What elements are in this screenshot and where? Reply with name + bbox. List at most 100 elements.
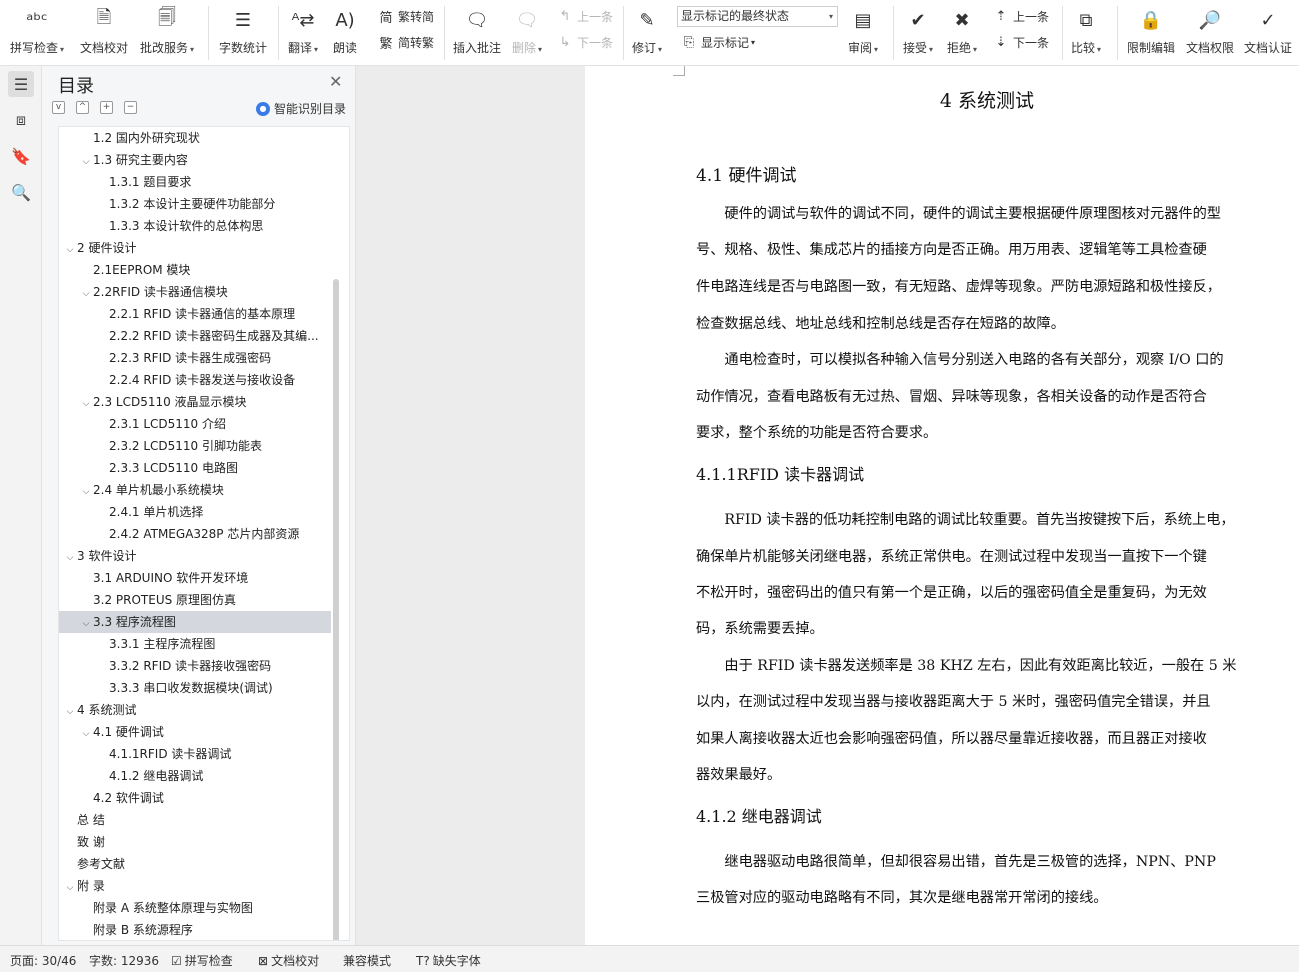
translate-icon: ᴬ⇄ [291, 9, 315, 31]
toc-item[interactable]: ⌵ 2.4 单片机最小系统模块 [59, 479, 331, 501]
toc-item[interactable]: 2.3.1 LCD5110 介绍 [59, 413, 331, 435]
toc-scrollbar[interactable] [333, 279, 339, 940]
insert-comment-button[interactable]: 🗨 插入批注 [453, 5, 501, 61]
track-changes-button[interactable]: ✎ 修订 ▾ [632, 5, 662, 61]
bookmark-icon[interactable]: 🔖 [8, 143, 34, 169]
prev-comment-button[interactable]: ↰ 上一条 [557, 6, 613, 26]
toc-item[interactable]: 1.3.1 题目要求 [59, 171, 331, 193]
spell-check-button[interactable]: ᵃᵇᶜ 拼写检查 ▾ [10, 5, 64, 61]
add-heading-icon[interactable]: + [100, 101, 113, 114]
toc-item[interactable]: 4.2 软件调试 [59, 787, 331, 809]
chevron-down-icon[interactable]: ⌵ [63, 701, 77, 721]
expand-up-icon[interactable]: ^ [76, 101, 89, 114]
restrict-edit-button[interactable]: 🔒 限制编辑 [1127, 5, 1175, 61]
translate-button[interactable]: ᴬ⇄ 翻译 ▾ [288, 5, 318, 61]
toc-item[interactable]: ⌵ 3.3 程序流程图 [59, 611, 331, 633]
toc-item[interactable]: 3.3.3 串口收发数据模块(调试) [59, 677, 331, 699]
smart-toc-button[interactable]: ● 智能识别目录 [256, 100, 346, 117]
remove-heading-icon[interactable]: − [124, 101, 137, 114]
toc-item[interactable]: ⌵ 3 软件设计 [59, 545, 331, 567]
status-doc-proof[interactable]: ⊠ 文档校对 [258, 952, 319, 969]
document-page[interactable]: 4 系统测试 4.1 硬件调试 硬件的调试与软件的调试不同，硬件的调试主要根据硬… [585, 66, 1299, 945]
chevron-down-icon[interactable]: ⌵ [79, 481, 93, 501]
compare-icon: ⧉ [1079, 9, 1093, 31]
show-markup-button[interactable]: ⎘ 显示标记 ▾ [681, 32, 755, 52]
toc-item[interactable]: 4.1.1RFID 读卡器调试 [59, 743, 331, 765]
chevron-down-icon[interactable]: ⌵ [79, 283, 93, 303]
toc-item[interactable]: 附录 B 系统源程序 [59, 919, 331, 940]
divider [444, 6, 445, 60]
toc-item[interactable]: 参考文献 [59, 853, 331, 875]
toc-item[interactable]: 2.4.2 ATMEGA328P 芯片内部资源 [59, 523, 331, 545]
toc-item[interactable]: ⌵ 4 系统测试 [59, 699, 331, 721]
toc-item[interactable]: 2.2.4 RFID 读卡器发送与接收设备 [59, 369, 331, 391]
toc-item[interactable]: 2.2.2 RFID 读卡器密码生成器及其编... [59, 325, 331, 347]
toc-item[interactable]: ⌵ 4.1 硬件调试 [59, 721, 331, 743]
word-count-button[interactable]: ☰ 字数统计 [219, 5, 267, 61]
toc-item[interactable]: ⌵ 2 硬件设计 [59, 237, 331, 259]
accept-button[interactable]: ✔ 接受 ▾ [903, 5, 933, 61]
review-pane-button[interactable]: ▤ 审阅 ▾ [848, 5, 878, 61]
toc-item[interactable]: 3.3.2 RFID 读卡器接收强密码 [59, 655, 331, 677]
chevron-down-icon[interactable]: ⌵ [63, 877, 77, 897]
toc-item-label: 4.2 软件调试 [93, 791, 164, 805]
next-comment-button[interactable]: ↳ 下一条 [557, 32, 613, 52]
toc-item[interactable]: ⌵ 1.3 研究主要内容 [59, 149, 331, 171]
structure-panel-icon[interactable]: ⧈ [8, 107, 34, 133]
chevron-down-icon[interactable]: ⌵ [63, 547, 77, 567]
toc-item[interactable]: 附录 A 系统整体原理与实物图 [59, 897, 331, 919]
toc-item[interactable]: 2.2.3 RFID 读卡器生成强密码 [59, 347, 331, 369]
toc-item[interactable]: 2.1EEPROM 模块 [59, 259, 331, 281]
status-spell-check[interactable]: ☑ 拼写检查 [171, 952, 233, 969]
compare-button[interactable]: ⧉ 比较 ▾ [1071, 5, 1101, 61]
next-change-button[interactable]: ⇣ 下一条 [993, 32, 1049, 52]
toc-item[interactable]: 致 谢 [59, 831, 331, 853]
toc-item-label: 1.3.3 本设计软件的总体构思 [109, 219, 264, 233]
toc-item-label: 3 软件设计 [77, 549, 137, 563]
toc-item[interactable]: 3.2 PROTEUS 原理图仿真 [59, 589, 331, 611]
toc-item[interactable]: 2.4.1 单片机选择 [59, 501, 331, 523]
toc-panel-icon[interactable]: ☰ [8, 71, 34, 97]
search-icon[interactable]: 🔍 [8, 179, 34, 205]
doc-permission-button[interactable]: 🔎 文档权限 [1186, 5, 1234, 61]
markup-display-select[interactable]: 显示标记的最终状态 ▾ [677, 6, 838, 27]
lock-icon: 🔒 [1139, 9, 1163, 31]
collapse-all-icon[interactable]: v [52, 101, 65, 114]
proof-icon: 🗎 [96, 7, 112, 28]
close-icon[interactable]: ✕ [329, 72, 342, 91]
chevron-down-icon[interactable]: ⌵ [79, 723, 93, 743]
toc-item[interactable]: ⌵ 附 录 [59, 875, 331, 897]
chevron-down-icon[interactable]: ⌵ [79, 151, 93, 171]
toc-item[interactable]: 4.1.2 继电器调试 [59, 765, 331, 787]
toc-item[interactable]: ⌵ 2.2RFID 读卡器通信模块 [59, 281, 331, 303]
doc-proof-button[interactable]: 🗎 文档校对 [80, 5, 128, 61]
toc-item[interactable]: 1.2 国内外研究现状 [59, 127, 331, 149]
navigation-sidebar: ☰ ⧈ 🔖 🔍 [0, 66, 42, 945]
toc-item[interactable]: 总 结 [59, 809, 331, 831]
toc-item[interactable]: 2.3.2 LCD5110 引脚功能表 [59, 435, 331, 457]
toc-item[interactable]: 2.3.3 LCD5110 电路图 [59, 457, 331, 479]
toc-item[interactable]: ⌵ 2.3 LCD5110 液晶显示模块 [59, 391, 331, 413]
page-indicator[interactable]: 页面: 30/46 [10, 952, 76, 969]
batch-service-button[interactable]: 🗐 批改服务 ▾ [140, 5, 194, 61]
trad-to-simp-button[interactable]: 简繁转简 [378, 6, 434, 26]
toc-item[interactable]: 3.1 ARDUINO 软件开发环境 [59, 567, 331, 589]
simp-to-trad-button[interactable]: 繁简转繁 [378, 32, 434, 52]
toc-item[interactable]: 3.3.1 主程序流程图 [59, 633, 331, 655]
chevron-down-icon[interactable]: ⌵ [63, 239, 77, 259]
prev-change-button[interactable]: ⇡ 上一条 [993, 6, 1049, 26]
toc-tree: 1.2 国内外研究现状 ⌵ 1.3 研究主要内容 1.3.1 题目要求 1.3.2 本设… [58, 126, 350, 941]
review-pane-icon: ▤ [854, 9, 872, 31]
toc-item[interactable]: 1.3.2 本设计主要硬件功能部分 [59, 193, 331, 215]
toc-item-label: 2.2.4 RFID 读卡器发送与接收设备 [109, 373, 296, 387]
reject-button[interactable]: ✖ 拒绝 ▾ [947, 5, 977, 61]
read-aloud-button[interactable]: A) 朗读 [332, 5, 358, 61]
word-count[interactable]: 字数: 12936 [89, 952, 159, 969]
chevron-down-icon[interactable]: ⌵ [79, 613, 93, 633]
doc-certify-button[interactable]: ✓ 文档认证 [1244, 5, 1292, 61]
delete-comment-button[interactable]: 🗨 删除 ▾ [512, 5, 542, 61]
toc-item[interactable]: 1.3.3 本设计软件的总体构思 [59, 215, 331, 237]
missing-font-button[interactable]: T? 缺失字体 [416, 952, 481, 969]
toc-item[interactable]: 2.2.1 RFID 读卡器通信的基本原理 [59, 303, 331, 325]
chevron-down-icon[interactable]: ⌵ [79, 393, 93, 413]
